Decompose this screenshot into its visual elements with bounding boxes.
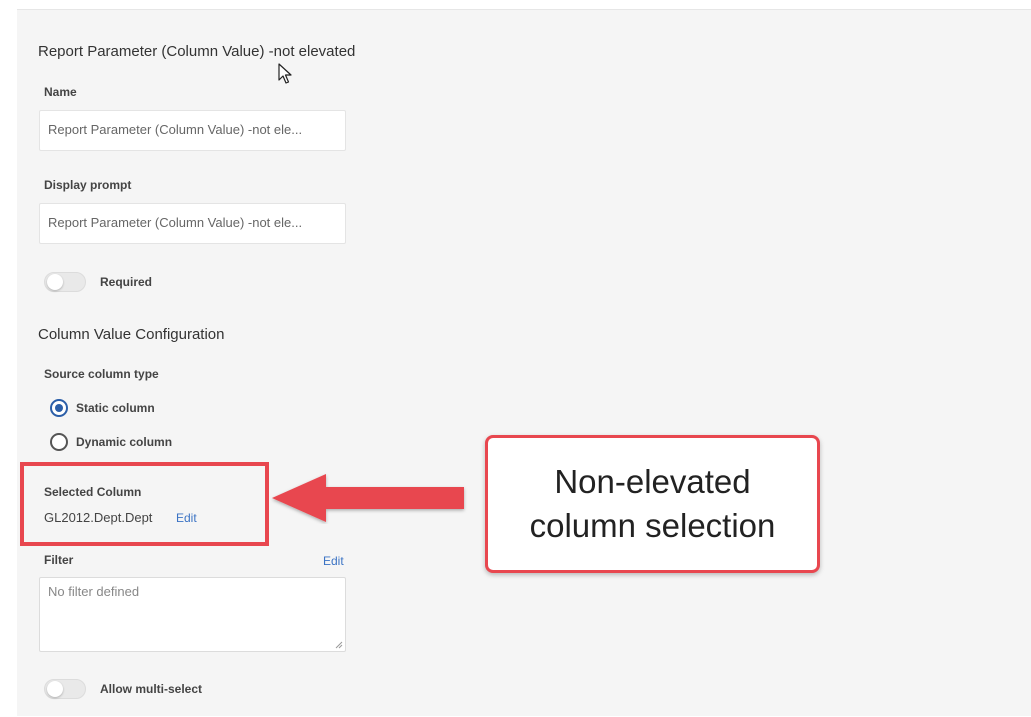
allow-multiselect-toggle[interactable] bbox=[44, 679, 86, 699]
allow-multiselect-label: Allow multi-select bbox=[100, 682, 203, 696]
static-column-label: Static column bbox=[76, 401, 155, 415]
filter-label: Filter bbox=[44, 553, 74, 567]
source-column-type-label: Source column type bbox=[44, 367, 159, 381]
resize-handle-icon[interactable] bbox=[335, 641, 343, 649]
annotation-line-2: column selection bbox=[529, 507, 776, 544]
required-label: Required bbox=[100, 275, 153, 289]
page-title: Report Parameter (Column Value) -not ele… bbox=[38, 43, 356, 60]
highlight-box bbox=[20, 462, 269, 546]
filter-edit-link[interactable]: Edit bbox=[323, 554, 344, 568]
dynamic-column-radio[interactable] bbox=[50, 433, 68, 451]
static-column-radio[interactable] bbox=[50, 399, 68, 417]
filter-textarea[interactable]: No filter defined bbox=[39, 577, 346, 652]
filter-placeholder: No filter defined bbox=[48, 584, 140, 599]
name-label: Name bbox=[44, 85, 77, 99]
required-toggle[interactable] bbox=[44, 272, 86, 292]
annotation-callout: Non-elevated column selection bbox=[485, 435, 820, 573]
display-prompt-input[interactable]: Report Parameter (Column Value) -not ele… bbox=[39, 203, 346, 244]
mouse-cursor-icon bbox=[278, 63, 292, 84]
name-input[interactable]: Report Parameter (Column Value) -not ele… bbox=[39, 110, 346, 151]
section-title: Column Value Configuration bbox=[38, 326, 225, 343]
display-prompt-label: Display prompt bbox=[44, 178, 132, 192]
annotation-arrow-icon bbox=[272, 474, 464, 522]
dynamic-column-label: Dynamic column bbox=[76, 435, 173, 449]
annotation-line-1: Non-elevated bbox=[554, 463, 751, 500]
